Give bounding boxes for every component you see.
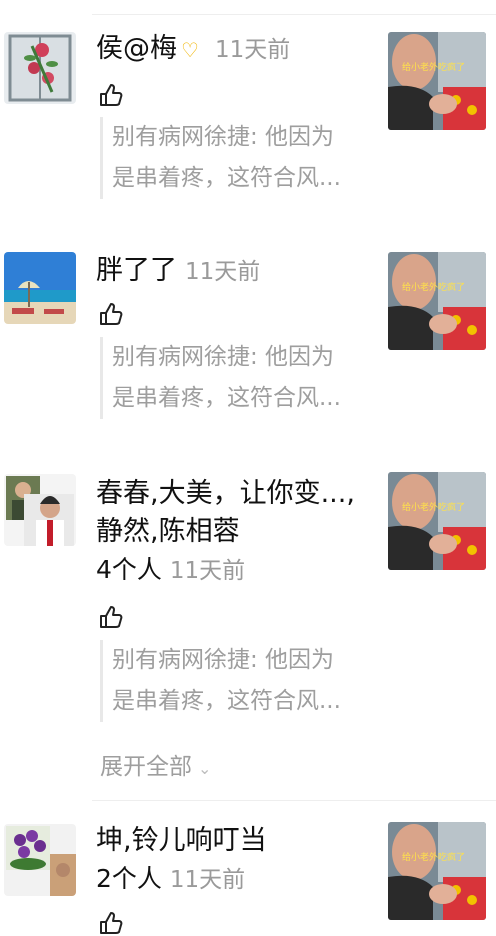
comment-time: 11天前 bbox=[185, 259, 261, 285]
quoted-reply[interactable]: 别有病网徐捷: 他因为 是串着疼，这符合风... bbox=[100, 337, 382, 419]
author-names-line: 春春,大美，让你变..., bbox=[96, 478, 355, 509]
avatar[interactable] bbox=[4, 252, 76, 324]
chevron-down-icon: ⌄ bbox=[198, 759, 212, 778]
video-thumbnail[interactable]: 给小老外吃疯了 bbox=[388, 822, 486, 920]
thumbnail-caption: 给小老外吃疯了 bbox=[402, 61, 465, 73]
quoted-reply[interactable]: 别有病网徐捷: 他因为 是串着疼，这符合风... bbox=[100, 640, 382, 722]
quote-line: 是串着疼，这符合风... bbox=[112, 385, 341, 411]
author-names-line: 坤,铃儿响叮当 bbox=[96, 825, 267, 856]
divider bbox=[92, 800, 496, 801]
heart-badge-icon: ♡ bbox=[181, 38, 199, 62]
avatar-group[interactable] bbox=[4, 824, 76, 896]
avatar-group[interactable] bbox=[4, 474, 76, 546]
comment-author[interactable]: 侯@梅 ♡ 11天前 bbox=[96, 30, 290, 69]
video-thumbnail[interactable]: 给小老外吃疯了 bbox=[388, 32, 486, 130]
thumbs-up-icon[interactable] bbox=[98, 301, 124, 327]
divider-top bbox=[92, 14, 496, 15]
video-thumbnail[interactable]: 给小老外吃疯了 bbox=[388, 252, 486, 350]
expand-all-label: 展开全部 bbox=[100, 754, 192, 780]
comment-author-group[interactable]: 春春,大美，让你变..., 静然,陈相蓉 4个人 11天前 bbox=[96, 475, 355, 590]
people-count: 2个人 bbox=[96, 864, 162, 893]
quote-line: 是串着疼，这符合风... bbox=[112, 165, 341, 191]
author-names-line: 静然,陈相蓉 bbox=[96, 516, 240, 547]
comment-time: 11天前 bbox=[169, 867, 246, 893]
quote-line: 是串着疼，这符合风... bbox=[112, 688, 341, 714]
thumbnail-caption: 给小老外吃疯了 bbox=[402, 281, 465, 293]
comment-author-group[interactable]: 坤,铃儿响叮当 2个人 11天前 bbox=[96, 822, 267, 899]
thumbnail-caption: 给小老外吃疯了 bbox=[402, 501, 465, 513]
quote-line: 别有病网徐捷: 他因为 bbox=[112, 124, 335, 150]
video-thumbnail[interactable]: 给小老外吃疯了 bbox=[388, 472, 486, 570]
thumbs-up-icon[interactable] bbox=[98, 604, 124, 630]
thumbs-up-icon[interactable] bbox=[98, 82, 124, 108]
avatar[interactable] bbox=[4, 32, 76, 104]
people-count: 4个人 bbox=[96, 555, 162, 584]
thumbnail-caption: 给小老外吃疯了 bbox=[402, 851, 465, 863]
quote-line: 别有病网徐捷: 他因为 bbox=[112, 344, 335, 370]
quote-line: 别有病网徐捷: 他因为 bbox=[112, 647, 335, 673]
expand-all-button[interactable]: 展开全部 ⌄ bbox=[100, 747, 211, 781]
comment-time: 11天前 bbox=[214, 37, 291, 63]
thumbs-up-icon[interactable] bbox=[98, 910, 124, 936]
comment-author[interactable]: 胖了了 11天前 bbox=[96, 252, 260, 291]
comment-time: 11天前 bbox=[169, 558, 246, 584]
quoted-reply[interactable]: 别有病网徐捷: 他因为 是串着疼，这符合风... bbox=[100, 117, 382, 199]
